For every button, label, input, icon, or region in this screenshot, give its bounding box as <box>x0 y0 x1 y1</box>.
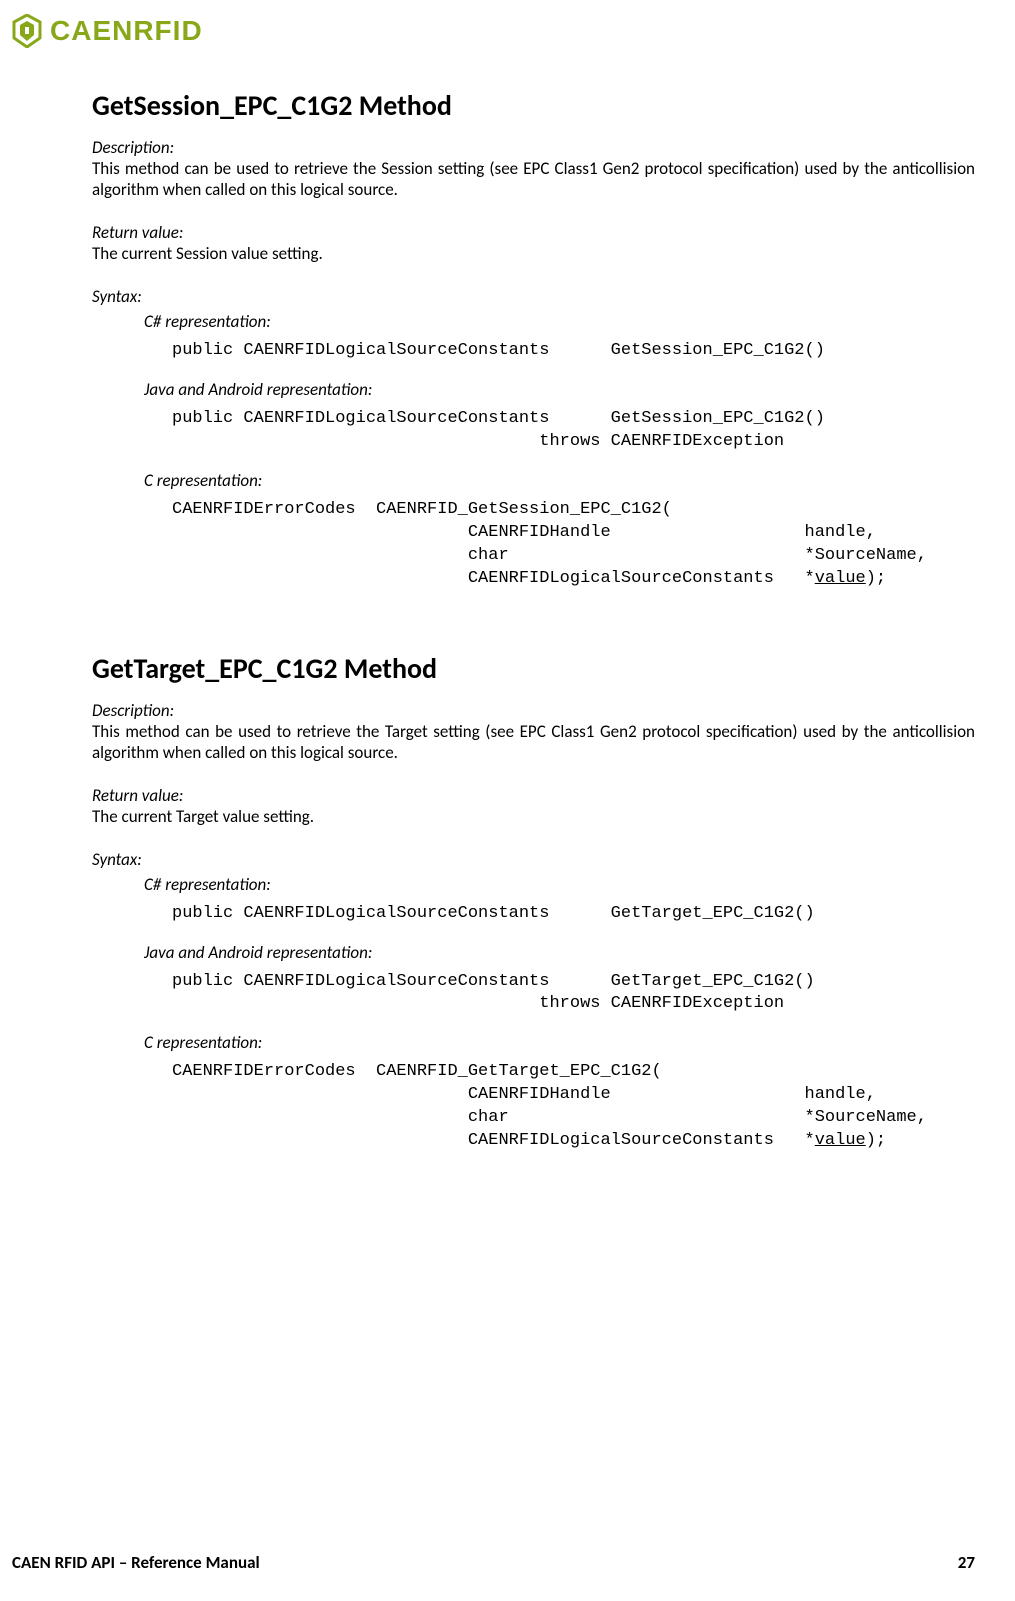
method-title: GetTarget_EPC_C1G2 Method <box>92 651 975 686</box>
section-gap <box>92 607 975 651</box>
brand-logo: CAENRFID <box>12 14 203 48</box>
syntax-label: Syntax: <box>92 286 975 307</box>
page: CAENRFID GetSession_EPC_C1G2 Method Desc… <box>0 0 1015 1601</box>
shield-icon <box>12 14 42 48</box>
method-title: GetSession_EPC_C1G2 Method <box>92 88 975 123</box>
java-code: public CAENRFIDLogicalSourceConstants Ge… <box>92 408 975 454</box>
description-text: This method can be used to retrieve the … <box>92 158 975 200</box>
c-code: CAENRFIDErrorCodes CAENRFID_GetTarget_EP… <box>92 1061 975 1153</box>
syntax-label: Syntax: <box>92 849 975 870</box>
footer-title: CAEN RFID API – Reference Manual <box>12 1552 260 1573</box>
page-number: 27 <box>958 1552 975 1573</box>
return-block: Return value: The current Session value … <box>92 222 975 264</box>
c-code-pre: CAENRFIDErrorCodes CAENRFID_GetSession_E… <box>172 500 927 588</box>
csharp-code: public CAENRFIDLogicalSourceConstants Ge… <box>92 340 975 363</box>
c-code: CAENRFIDErrorCodes CAENRFID_GetSession_E… <box>92 499 975 591</box>
c-code-underlined: value <box>815 569 866 588</box>
return-label: Return value: <box>92 785 975 806</box>
csharp-label: C# representation: <box>92 311 975 332</box>
java-label: Java and Android representation: <box>92 942 975 963</box>
return-text: The current Target value setting. <box>92 806 975 827</box>
c-code-pre: CAENRFIDErrorCodes CAENRFID_GetTarget_EP… <box>172 1062 927 1150</box>
java-code: public CAENRFIDLogicalSourceConstants Ge… <box>92 971 975 1017</box>
description-label: Description: <box>92 700 975 721</box>
return-block: Return value: The current Target value s… <box>92 785 975 827</box>
brand-name: CAENRFID <box>50 15 203 47</box>
c-label: C representation: <box>92 1032 975 1053</box>
description-label: Description: <box>92 137 975 158</box>
return-label: Return value: <box>92 222 975 243</box>
c-code-post: ); <box>866 569 886 588</box>
c-label: C representation: <box>92 470 975 491</box>
syntax-block: C# representation: public CAENRFIDLogica… <box>92 311 975 591</box>
csharp-code: public CAENRFIDLogicalSourceConstants Ge… <box>92 903 975 926</box>
footer: CAEN RFID API – Reference Manual 27 <box>12 1552 975 1573</box>
java-label: Java and Android representation: <box>92 379 975 400</box>
return-text: The current Session value setting. <box>92 243 975 264</box>
description-text: This method can be used to retrieve the … <box>92 721 975 763</box>
csharp-label: C# representation: <box>92 874 975 895</box>
content-area: GetSession_EPC_C1G2 Method Description: … <box>92 88 975 1169</box>
c-code-post: ); <box>866 1131 886 1150</box>
c-code-underlined: value <box>815 1131 866 1150</box>
syntax-block: C# representation: public CAENRFIDLogica… <box>92 874 975 1154</box>
description-block: Description: This method can be used to … <box>92 700 975 763</box>
description-block: Description: This method can be used to … <box>92 137 975 200</box>
